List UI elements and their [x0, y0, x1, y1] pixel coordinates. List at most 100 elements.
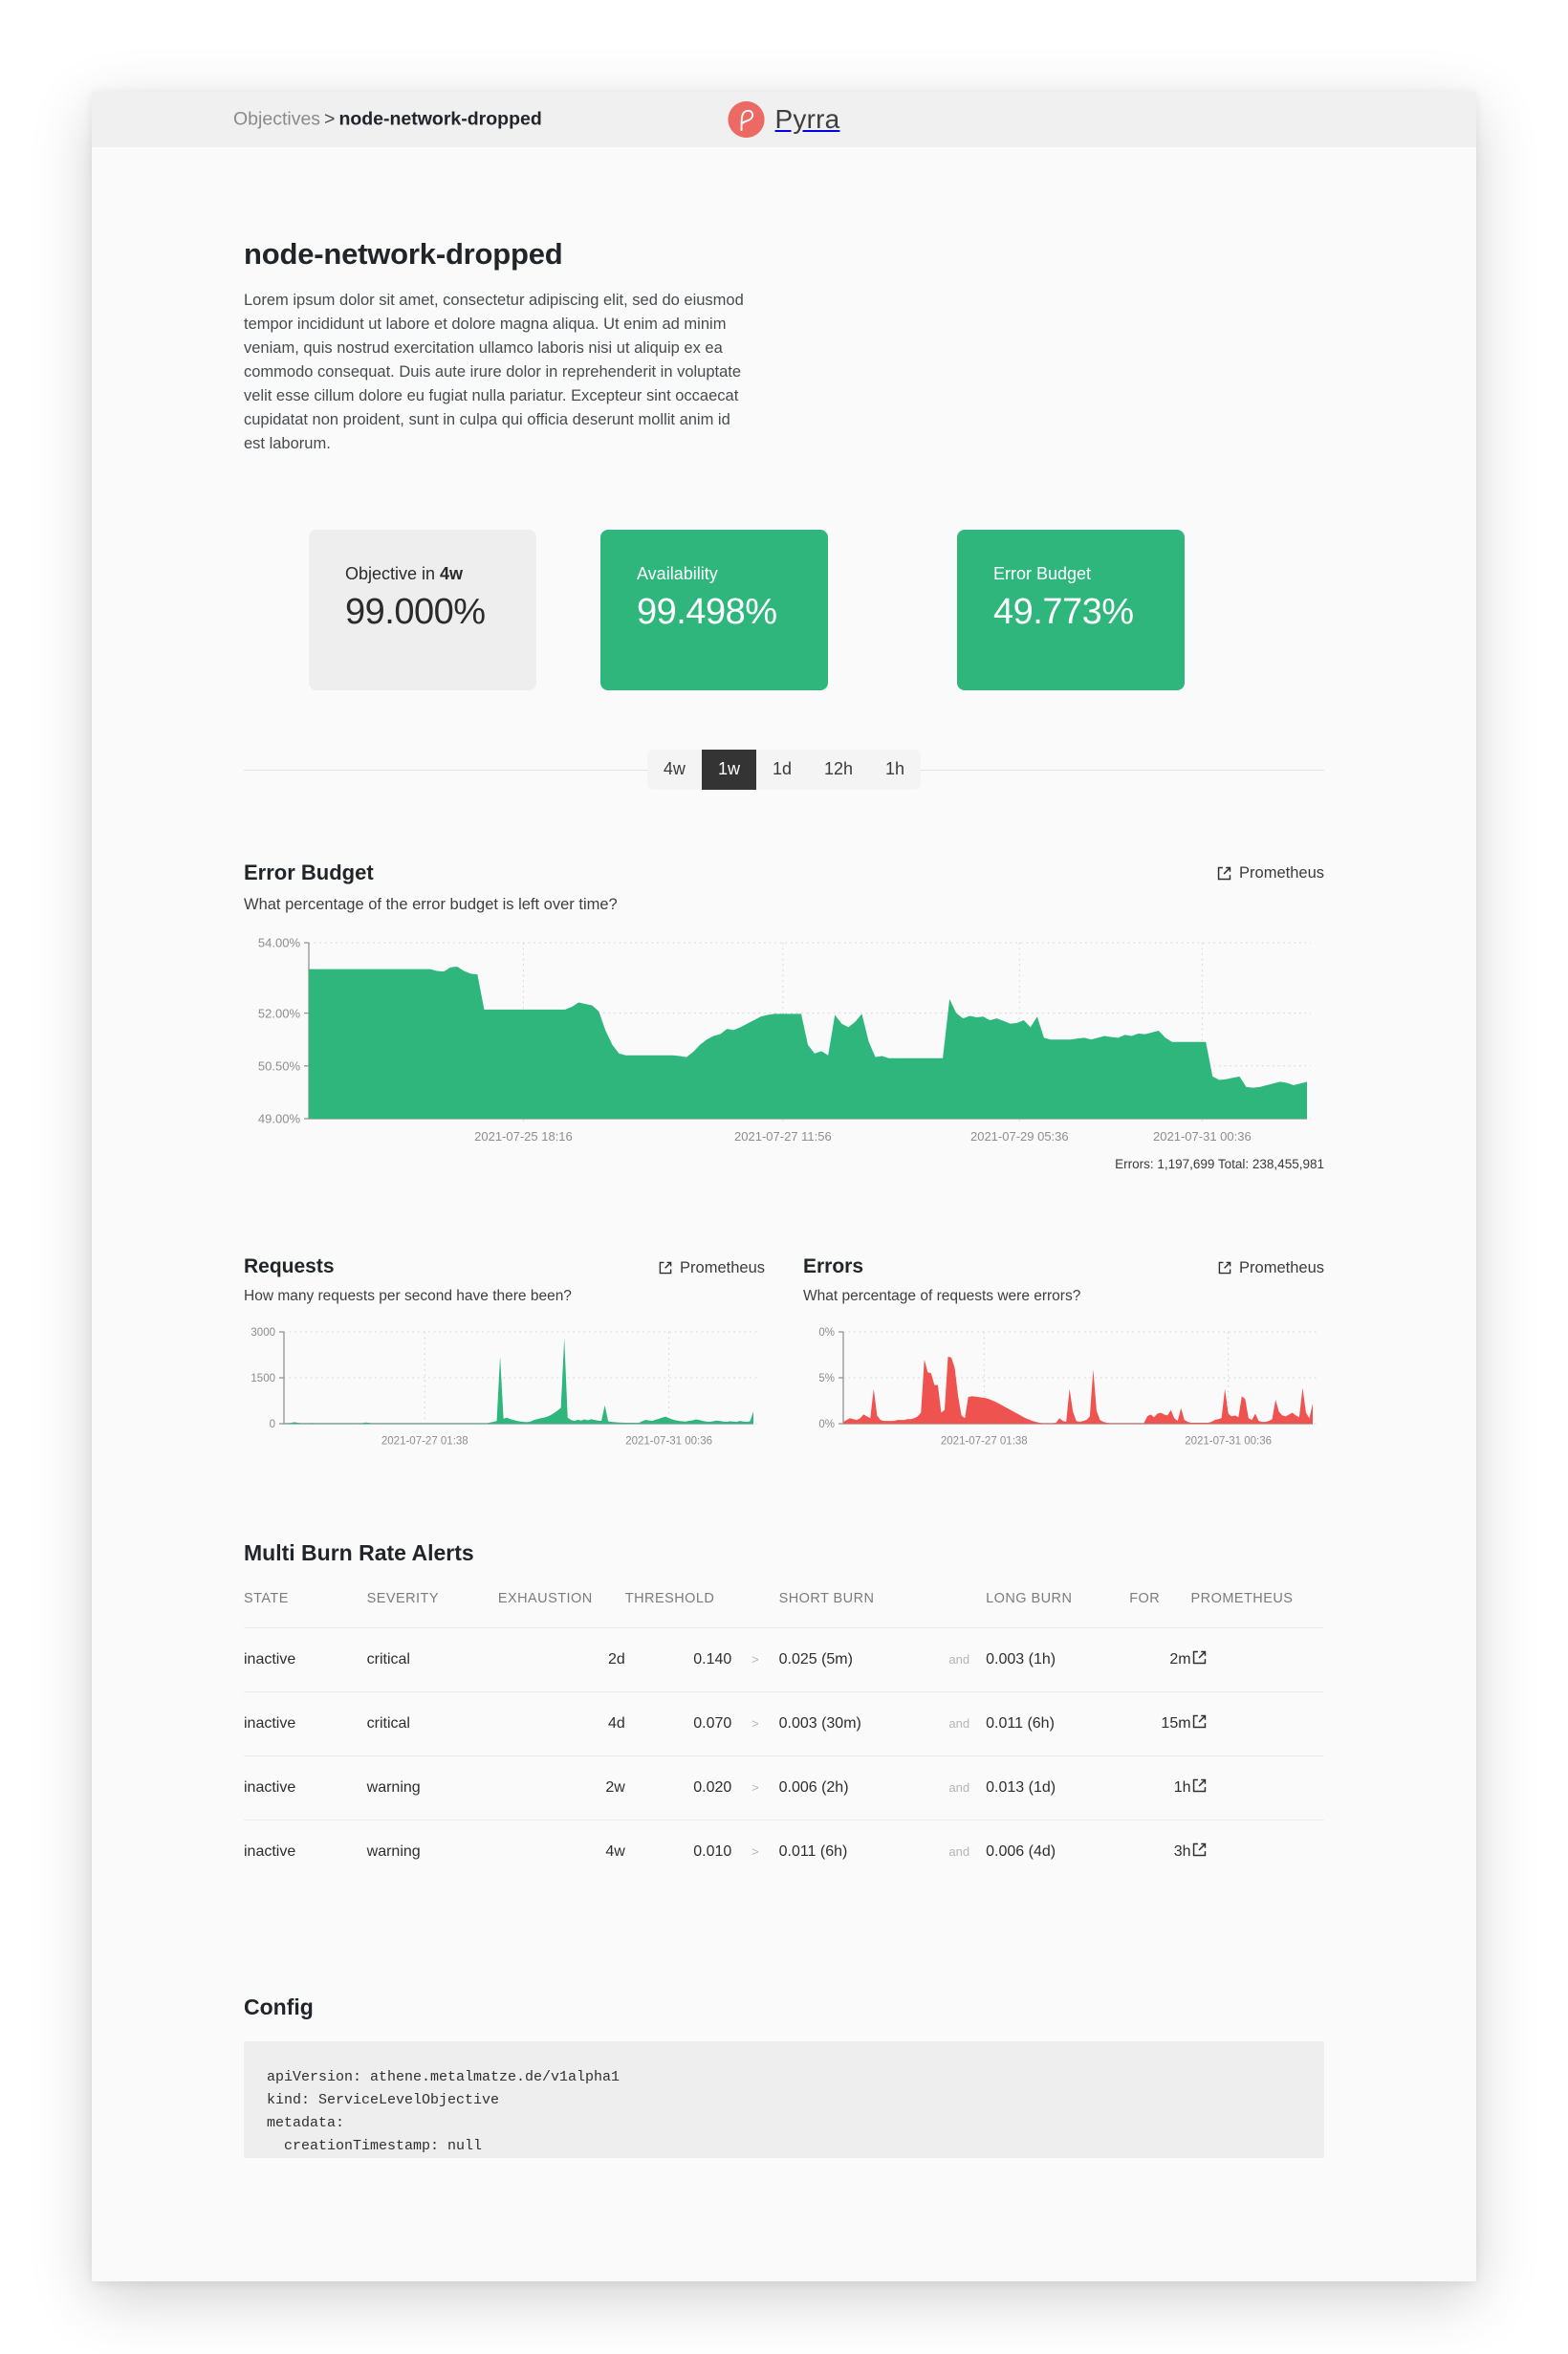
x-tick-label: 2021-07-27 01:38 [381, 1435, 468, 1447]
alert-for: 15m [1129, 1690, 1191, 1756]
error-budget-chart-head: Error Budget What percentage of the erro… [244, 861, 1324, 914]
objective-card-window: 4w [440, 563, 464, 583]
alert-state: inactive [244, 1626, 367, 1692]
availability-card-label: Availability [637, 563, 718, 583]
alert-conjunction: and [932, 1626, 987, 1692]
alert-prometheus-link-button[interactable] [1191, 1649, 1208, 1668]
breadcrumb-separator: > [324, 108, 336, 130]
alerts-column-threshold: THRESHOLD [624, 1590, 715, 1606]
error-budget-card-label: Error Budget [993, 563, 1092, 583]
alert-threshold: 0.010 [624, 1819, 732, 1884]
error-budget-area [309, 966, 1307, 1119]
y-tick-label: 0% [818, 1419, 835, 1430]
alerts-col-operator-spacer [731, 1591, 778, 1628]
brand-home-link[interactable]: Pyrra [728, 101, 840, 138]
timerange-row: 4w 1w 1d 12h 1h [244, 748, 1324, 792]
y-tick-label: 5% [818, 1373, 835, 1384]
timerange-button-1w[interactable]: 1w [701, 749, 756, 790]
breadcrumb-objectives-link[interactable]: Objectives [233, 109, 320, 130]
alert-exhaustion: 2w [497, 1755, 625, 1820]
alert-threshold: 0.070 [624, 1690, 732, 1756]
prometheus-link-label: Prometheus [1239, 1258, 1324, 1276]
requests-area [284, 1337, 753, 1424]
error-budget-plot: 49.00% 50.50% 52.00% 54.00% 2021-07-25 18:16… [244, 935, 1324, 1145]
alert-severity: warning [366, 1755, 498, 1820]
x-tick-label: 2021-07-31 00:36 [1153, 1129, 1252, 1144]
objective-card-label: Objective in 4w [345, 564, 536, 584]
y-tick-label: 0% [818, 1327, 835, 1339]
alerts-column-severity: SEVERITY [366, 1590, 439, 1606]
table-row: inactive warning 4w 0.010 >0.011 (6h) and 0.00… [244, 1819, 1324, 1884]
timerange-button-1d[interactable]: 1d [756, 750, 808, 790]
alerts-column-prometheus: PROMETHEUS [1190, 1590, 1294, 1606]
divider-right [902, 769, 1324, 771]
x-tick-label: 2021-07-31 00:36 [1185, 1435, 1272, 1447]
metric-card-group: Objective in 4w 99.000% Availability 99.… [244, 529, 1324, 690]
alerts-col-conjunction-spacer [932, 1591, 986, 1628]
alert-long-burn: 0.003 (1h) [986, 1626, 1130, 1692]
objective-card-value: 99.000% [345, 591, 486, 632]
errors-svg: 0% 5% 0% 2021-07-27 01:38 2021-07-31 00:36 [818, 1327, 1317, 1447]
error-budget-card: Error Budget 49.773% [957, 529, 1185, 690]
config-title: Config [244, 1994, 314, 2019]
error-budget-chart-subtitle: What percentage of the error budget is l… [244, 895, 618, 913]
prometheus-link-error-budget[interactable]: Prometheus [1216, 861, 1324, 883]
alerts-column-short-burn: SHORT BURN [778, 1590, 875, 1606]
page-title: node-network-dropped [244, 237, 563, 271]
errors-plot: 0% 5% 0% 2021-07-27 01:38 2021-07-31 00:36 [803, 1326, 1324, 1449]
x-tick-label: 2021-07-25 18:16 [474, 1129, 573, 1144]
timerange-button-12h[interactable]: 12h [808, 750, 869, 790]
alerts-header-row: STATE SEVERITY EXHAUSTION THRESHOLD SHORT BU… [244, 1591, 1324, 1628]
alert-for: 2m [1129, 1626, 1191, 1692]
x-tick-label: 2021-07-29 05:36 [970, 1129, 1069, 1144]
page-content: node-network-dropped Lorem ipsum dolor s… [92, 147, 1476, 2281]
errors-area [843, 1356, 1313, 1424]
alert-state: inactive [244, 1755, 367, 1820]
alert-prometheus-link-button[interactable] [1191, 1842, 1208, 1861]
timerange-button-1h[interactable]: 1h [869, 750, 921, 790]
alert-state: inactive [244, 1690, 367, 1756]
alert-severity: critical [366, 1690, 498, 1756]
table-row: inactive warning 2w 0.020 >0.006 (2h) and 0.01… [244, 1755, 1324, 1820]
requests-chart-head: Requests Prometheus [244, 1255, 765, 1278]
alert-short-burn: 0.025 (5m) [778, 1626, 933, 1692]
browser-page: Objectives > node-network-dropped Pyrra no… [92, 92, 1476, 2281]
external-link-icon [1216, 865, 1232, 882]
small-charts-row: Requests Prometheus How many requests pe… [244, 1255, 1324, 1449]
divider-left [244, 769, 666, 771]
breadcrumb-current: node-network-dropped [338, 108, 542, 130]
brand-name: Pyrra [774, 104, 840, 134]
alert-prometheus-link-button[interactable] [1191, 1713, 1208, 1733]
alert-threshold: 0.140 [624, 1626, 732, 1692]
y-tick-label: 50.50% [258, 1058, 301, 1073]
errors-chart-section: Errors Prometheus What percentage of req… [803, 1255, 1324, 1449]
alert-long-burn: 0.006 (4d) [986, 1819, 1130, 1884]
timerange-selector[interactable]: 4w 1w 1d 12h 1h [646, 749, 922, 790]
alert-conjunction: and [932, 1690, 987, 1756]
alerts-table-body: inactive critical 2d 0.140 >0.025 (5m) and 0.0… [244, 1626, 1324, 1884]
alert-for: 3h [1129, 1819, 1191, 1884]
alert-prometheus-cell [1190, 1626, 1324, 1692]
alerts-column-long-burn: LONG BURN [986, 1590, 1073, 1606]
requests-chart-subtitle: How many requests per second have there … [244, 1287, 572, 1304]
alerts-title: Multi Burn Rate Alerts [244, 1539, 474, 1565]
alerts-column-state: STATE [244, 1590, 289, 1606]
alert-prometheus-link-button[interactable] [1191, 1777, 1208, 1797]
alert-prometheus-cell [1190, 1819, 1324, 1884]
alert-exhaustion: 4w [497, 1819, 625, 1884]
requests-plot: 0 1500 3000 2021-07-27 01:38 2021-07-31 00:3… [244, 1326, 765, 1449]
prometheus-link-errors[interactable]: Prometheus [1217, 1255, 1324, 1277]
alert-short-burn: 0.011 (6h) [778, 1819, 933, 1884]
alerts-section: Multi Burn Rate Alerts STATE SEVERITY EXHA… [244, 1540, 1324, 1884]
prometheus-link-label: Prometheus [1239, 863, 1324, 882]
alert-severity: critical [366, 1626, 498, 1692]
external-link-icon [1191, 1842, 1208, 1861]
alert-prometheus-cell [1190, 1690, 1324, 1756]
errors-chart-head: Errors Prometheus [803, 1255, 1324, 1278]
timerange-button-4w[interactable]: 4w [647, 750, 702, 790]
alert-long-burn: 0.011 (6h) [986, 1690, 1130, 1756]
objective-card-label-prefix: Objective in [345, 563, 441, 583]
y-tick-label: 52.00% [258, 1006, 301, 1020]
prometheus-link-requests[interactable]: Prometheus [658, 1255, 765, 1277]
alert-exhaustion: 4d [497, 1690, 625, 1756]
